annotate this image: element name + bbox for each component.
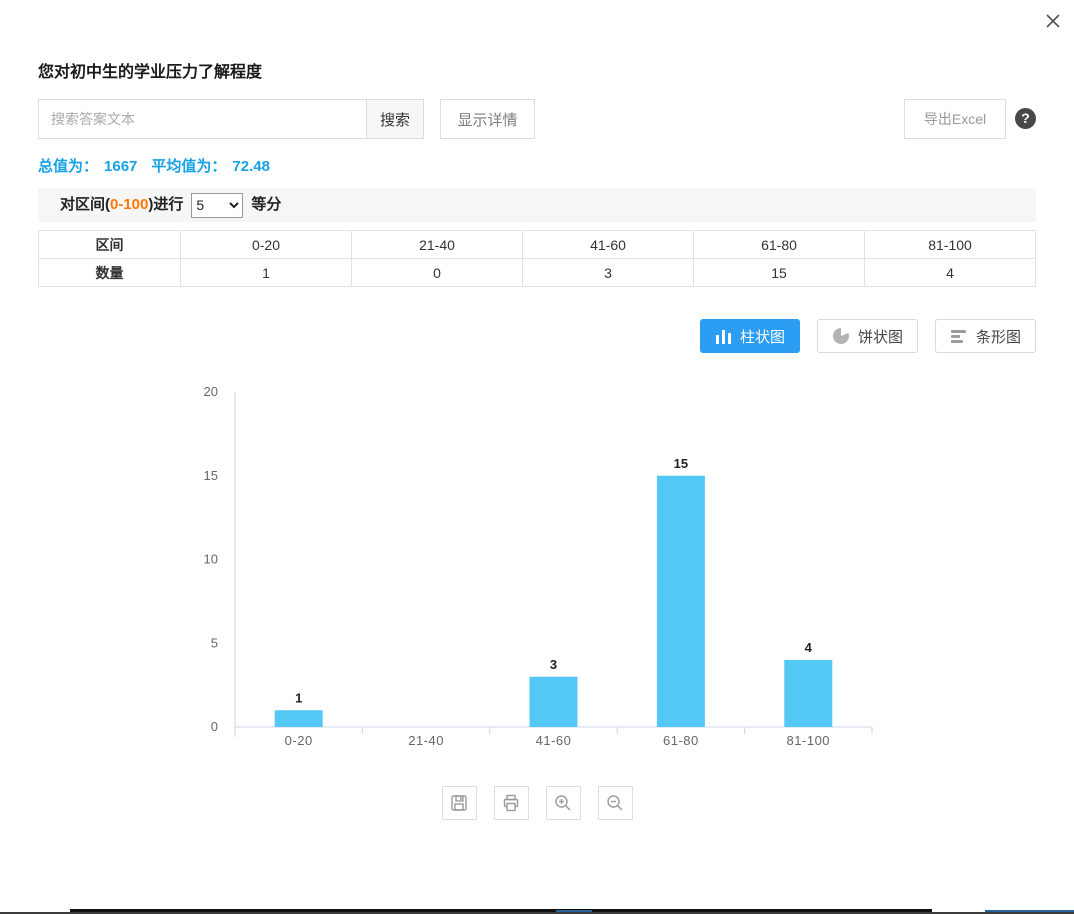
help-icon[interactable]: ? xyxy=(1015,108,1036,129)
svg-text:15: 15 xyxy=(674,456,688,471)
svg-text:41-60: 41-60 xyxy=(536,733,572,748)
count-cell: 3 xyxy=(523,259,694,287)
average-label: 平均值为： xyxy=(151,158,226,175)
average-value: 72.48 xyxy=(232,158,270,175)
svg-text:15: 15 xyxy=(204,468,218,483)
interval-count-select[interactable]: 5 xyxy=(191,193,243,218)
interval-cell: 81-100 xyxy=(865,231,1036,259)
distribution-table: 区间 0-20 21-40 41-60 61-80 81-100 数量 1 0 … xyxy=(38,230,1036,287)
svg-text:81-100: 81-100 xyxy=(787,733,830,748)
svg-text:20: 20 xyxy=(204,384,218,399)
export-excel-button[interactable]: 导出Excel xyxy=(904,99,1006,139)
question-stats-modal: 您对初中生的学业压力了解程度 搜索 显示详情 导出Excel ? 总值为： 166… xyxy=(0,0,1074,914)
svg-text:3: 3 xyxy=(550,657,557,672)
bar-chart-button[interactable]: 柱状图 xyxy=(700,319,800,353)
svg-text:10: 10 xyxy=(204,552,218,567)
interval-config-bar: 对区间(0-100)进行 5 等分 xyxy=(38,188,1036,222)
stats-summary: 总值为： 1667 平均值为： 72.48 xyxy=(38,155,270,176)
interval-cell: 21-40 xyxy=(352,231,523,259)
chart-type-switcher: 柱状图 饼状图 条形图 xyxy=(700,319,1036,353)
row-header-count: 数量 xyxy=(39,259,181,287)
interval-suffix: 等分 xyxy=(251,196,281,213)
interval-cell: 0-20 xyxy=(181,231,352,259)
total-value: 1667 xyxy=(104,158,137,175)
horizontal-bar-chart-button[interactable]: 条形图 xyxy=(935,319,1036,353)
page-title: 您对初中生的学业压力了解程度 xyxy=(38,58,262,82)
svg-text:0: 0 xyxy=(211,719,218,734)
bar-chart-icon xyxy=(715,328,732,345)
interval-cell: 61-80 xyxy=(694,231,865,259)
interval-cell: 41-60 xyxy=(523,231,694,259)
svg-text:0-20: 0-20 xyxy=(285,733,313,748)
zoom-out-icon[interactable] xyxy=(598,786,633,820)
horizontal-bar-chart-icon xyxy=(950,328,968,345)
count-cell: 4 xyxy=(865,259,1036,287)
count-cell: 0 xyxy=(352,259,523,287)
bar-chart: 0 5 10 15 20 1 0-20 21-40 3 41-60 15 61-80 4 81-100 xyxy=(0,382,1074,772)
svg-text:1: 1 xyxy=(295,690,302,705)
print-chart-icon[interactable] xyxy=(494,786,529,820)
search-input[interactable] xyxy=(38,99,366,139)
interval-range: 0-100 xyxy=(110,196,148,213)
count-cell: 1 xyxy=(181,259,352,287)
svg-text:61-80: 61-80 xyxy=(663,733,699,748)
save-chart-icon[interactable] xyxy=(442,786,477,820)
pie-chart-icon xyxy=(832,327,850,345)
show-detail-button[interactable]: 显示详情 xyxy=(440,99,535,139)
svg-text:5: 5 xyxy=(211,635,218,650)
count-cell: 15 xyxy=(694,259,865,287)
svg-text:21-40: 21-40 xyxy=(408,733,444,748)
search-button[interactable]: 搜索 xyxy=(366,99,424,139)
pie-chart-button[interactable]: 饼状图 xyxy=(817,319,918,353)
interval-prefix: 对区间( xyxy=(60,196,110,213)
table-row: 数量 1 0 3 15 4 xyxy=(39,259,1036,287)
interval-middle: )进行 xyxy=(148,196,183,213)
zoom-in-icon[interactable] xyxy=(546,786,581,820)
svg-text:4: 4 xyxy=(805,640,813,655)
chart-toolbar xyxy=(0,786,1074,820)
table-row: 区间 0-20 21-40 41-60 61-80 81-100 xyxy=(39,231,1036,259)
close-icon[interactable] xyxy=(1040,8,1066,34)
row-header-interval: 区间 xyxy=(39,231,181,259)
total-label: 总值为： xyxy=(38,158,98,175)
page-behind-modal-strip xyxy=(0,905,1074,914)
